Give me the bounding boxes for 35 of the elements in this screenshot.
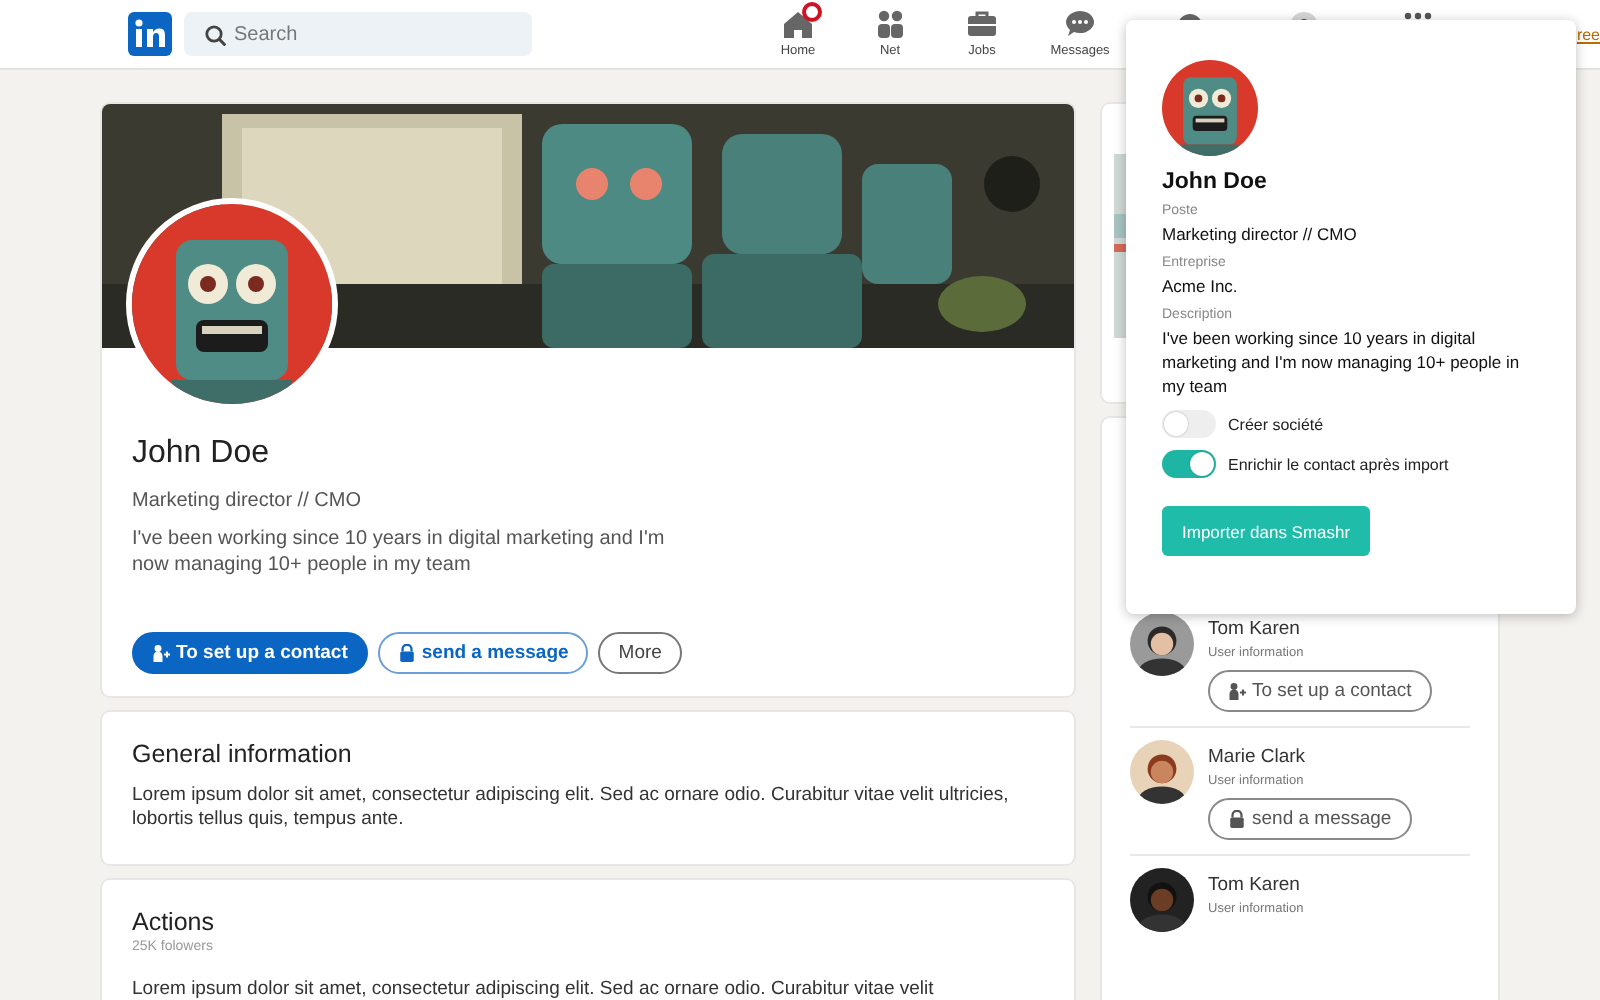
field-value: Marketing director // CMO xyxy=(1162,222,1359,246)
profile-description: I've been working since 10 years in digital marketing and I'm now managing 10+ people in my team xyxy=(132,526,667,578)
logo-icon xyxy=(128,12,172,56)
profile-name: John Doe xyxy=(132,436,271,472)
toggle-label: Créer société xyxy=(1228,415,1324,433)
toggle-switch[interactable] xyxy=(1162,450,1216,478)
lock-icon xyxy=(397,644,416,662)
field-value: Acme Inc. xyxy=(1162,274,1240,298)
profile-headline: Marketing director // CMO xyxy=(132,490,363,512)
search-field[interactable]: Search xyxy=(184,12,532,56)
link[interactable]: ree xyxy=(1576,26,1600,44)
chat-icon[interactable] xyxy=(1062,6,1098,42)
contact-button[interactable]: To set up a contact xyxy=(132,632,368,674)
field-value: I've been working since 10 years in digital marketing and I'm now managing 10+ people in my team xyxy=(1162,326,1522,398)
toggle-switch[interactable] xyxy=(1162,410,1216,438)
message-button[interactable]: send a message xyxy=(1208,798,1412,840)
person-add-icon xyxy=(1228,682,1246,700)
section-title: General information xyxy=(132,740,354,768)
contact-button[interactable]: To set up a contact xyxy=(1208,670,1432,712)
person-name[interactable]: Tom Karen xyxy=(1208,618,1300,640)
person-add-icon xyxy=(152,644,170,662)
more-button[interactable]: More xyxy=(598,632,682,674)
lock-icon xyxy=(1228,810,1246,828)
search-icon xyxy=(204,24,226,46)
section-text: Lorem ipsum dolor sit amet, consectetur adipiscing elit. Sed ac ornare odio. Curabitur vitae velit ultricies, lobortis tellus quis, tempus ante. xyxy=(132,784,1011,832)
home-icon[interactable] xyxy=(780,6,816,42)
contact-name: John Doe xyxy=(1162,170,1269,194)
section-text: Lorem ipsum dolor sit amet, consectetur adipiscing elit. Sed ac ornare odio. Curabitur vitae velit xyxy=(132,978,936,1000)
section-title: Actions xyxy=(132,908,216,936)
toggle-label: Enrichir le contact après import xyxy=(1228,455,1449,473)
people-icon[interactable] xyxy=(872,6,908,42)
person-name[interactable]: Marie Clark xyxy=(1208,746,1306,768)
briefcase-icon[interactable] xyxy=(964,6,1000,42)
message-button[interactable]: send a message xyxy=(377,632,589,674)
person-name[interactable]: Tom Karen xyxy=(1208,874,1300,896)
